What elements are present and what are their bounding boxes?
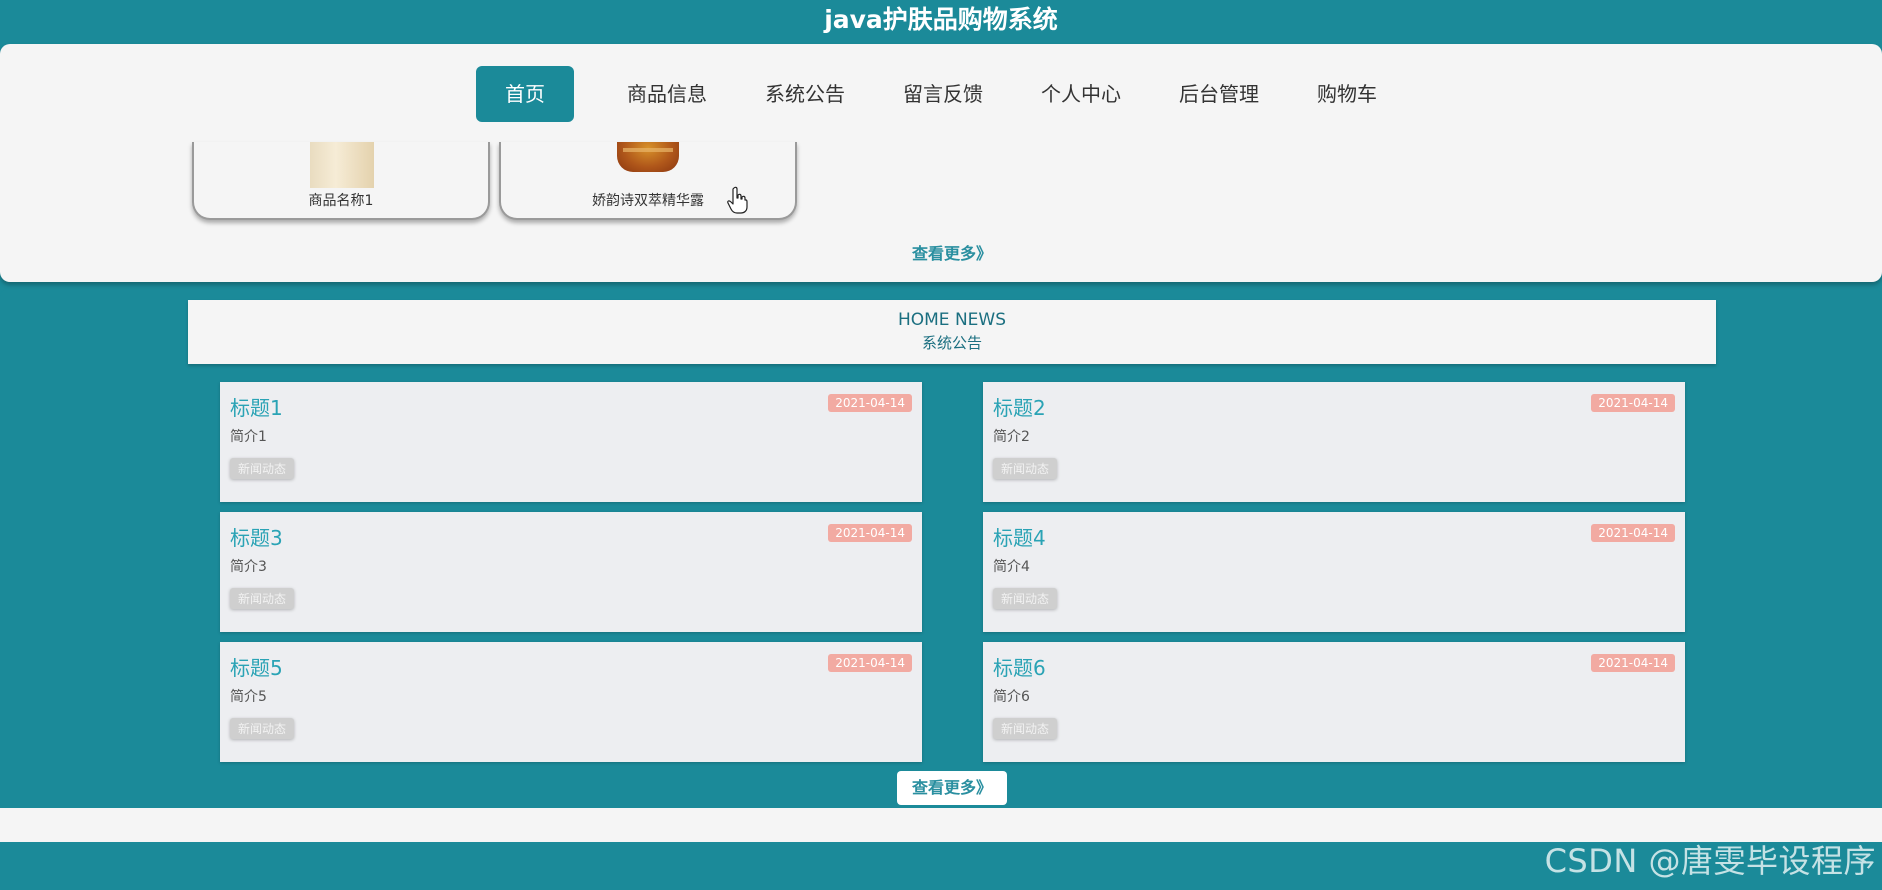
news-card[interactable]: 标题2 简介2 新闻动态 2021-04-14 (983, 382, 1685, 502)
product-name: 娇韵诗双萃精华露 (592, 193, 704, 209)
news-summary: 简介1 (230, 429, 267, 445)
news-summary: 简介6 (993, 689, 1030, 705)
news-card[interactable]: 标题5 简介5 新闻动态 2021-04-14 (220, 642, 922, 762)
news-summary: 简介2 (993, 429, 1030, 445)
news-title[interactable]: 标题6 (993, 652, 1046, 681)
main-nav: 首页 商品信息 系统公告 留言反馈 个人中心 后台管理 购物车 (0, 66, 1882, 122)
product-name: 商品名称1 (308, 193, 374, 209)
product-image[interactable] (310, 142, 374, 188)
nav-item-profile[interactable]: 个人中心 (1012, 66, 1150, 122)
news-date-badge: 2021-04-14 (1591, 654, 1675, 672)
watermark: CSDN @唐雯毕设程序 (1544, 842, 1876, 880)
news-card[interactable]: 标题1 简介1 新闻动态 2021-04-14 (220, 382, 922, 502)
news-title[interactable]: 标题2 (993, 392, 1046, 421)
nav-item-admin[interactable]: 后台管理 (1150, 66, 1288, 122)
nav-item-feedback[interactable]: 留言反馈 (874, 66, 1012, 122)
nav-item-announcements[interactable]: 系统公告 (736, 66, 874, 122)
news-section: HOME NEWS 系统公告 标题1 简介1 新闻动态 2021-04-14 标… (0, 290, 1882, 808)
nav-item-home[interactable]: 首页 (476, 66, 574, 122)
news-card[interactable]: 标题6 简介6 新闻动态 2021-04-14 (983, 642, 1685, 762)
product-card[interactable]: 商品名称1 (192, 142, 490, 220)
product-card[interactable]: 娇韵诗双萃精华露 (499, 142, 797, 220)
news-date-badge: 2021-04-14 (828, 524, 912, 542)
news-title[interactable]: 标题4 (993, 522, 1046, 551)
news-card[interactable]: 标题4 简介4 新闻动态 2021-04-14 (983, 512, 1685, 632)
nav-item-cart[interactable]: 购物车 (1288, 66, 1406, 122)
news-tag: 新闻动态 (993, 588, 1058, 609)
news-title[interactable]: 标题5 (230, 652, 283, 681)
news-date-badge: 2021-04-14 (1591, 394, 1675, 412)
news-card[interactable]: 标题3 简介3 新闻动态 2021-04-14 (220, 512, 922, 632)
news-date-badge: 2021-04-14 (1591, 524, 1675, 542)
news-tag: 新闻动态 (993, 458, 1058, 479)
news-summary: 简介3 (230, 559, 267, 575)
news-header: HOME NEWS 系统公告 (188, 300, 1716, 364)
news-title[interactable]: 标题1 (230, 392, 283, 421)
hand-cursor-icon (727, 186, 748, 214)
news-tag: 新闻动态 (230, 458, 295, 479)
product-image[interactable] (617, 142, 679, 172)
news-more-button[interactable]: 查看更多》 (897, 771, 1007, 805)
news-date-badge: 2021-04-14 (828, 654, 912, 672)
news-tag: 新闻动态 (230, 718, 295, 739)
news-title[interactable]: 标题3 (230, 522, 283, 551)
news-tag: 新闻动态 (993, 718, 1058, 739)
news-tag: 新闻动态 (230, 588, 295, 609)
products-more-link[interactable]: 查看更多》 (0, 240, 1882, 264)
news-summary: 简介5 (230, 689, 267, 705)
news-date-badge: 2021-04-14 (828, 394, 912, 412)
top-panel: 首页 商品信息 系统公告 留言反馈 个人中心 后台管理 购物车 商品名称1 娇韵… (0, 44, 1882, 282)
site-title: java护肤品购物系统 (0, 0, 1882, 44)
news-header-cn: 系统公告 (921, 334, 982, 352)
nav-item-products[interactable]: 商品信息 (598, 66, 736, 122)
news-summary: 简介4 (993, 559, 1030, 575)
news-header-en: HOME NEWS (897, 310, 1007, 330)
